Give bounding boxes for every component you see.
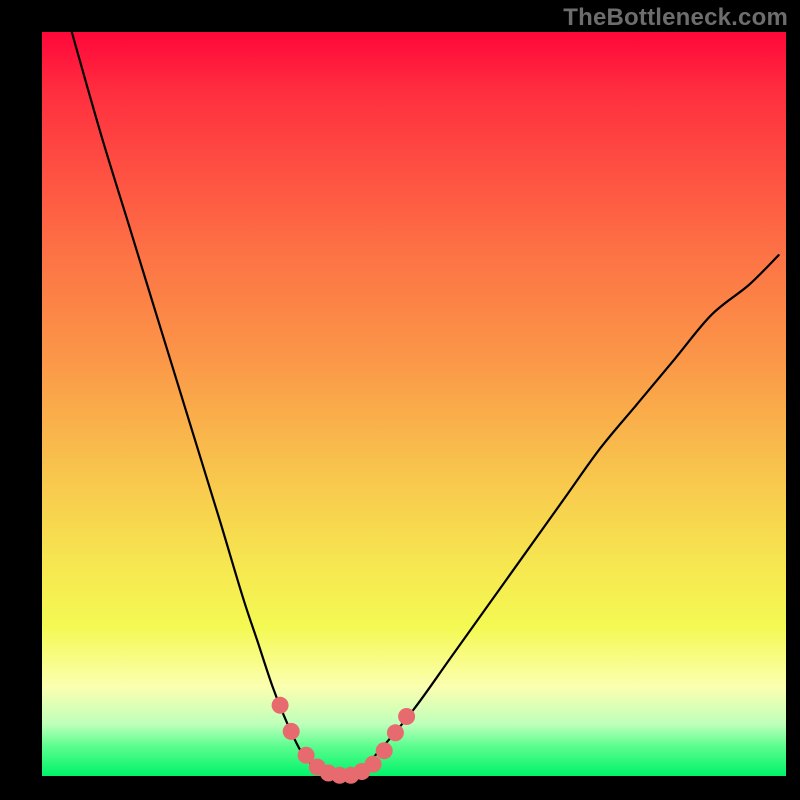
marker-dot bbox=[365, 756, 382, 773]
chart-svg bbox=[42, 32, 786, 776]
chart-frame: TheBottleneck.com bbox=[0, 0, 800, 800]
marker-dot bbox=[398, 708, 415, 725]
marker-dot bbox=[283, 723, 300, 740]
bottleneck-markers bbox=[272, 697, 416, 784]
bottleneck-curve-line bbox=[72, 32, 779, 777]
plot-area bbox=[42, 32, 786, 776]
marker-dot bbox=[376, 742, 393, 759]
marker-dot bbox=[272, 697, 289, 714]
watermark-text: TheBottleneck.com bbox=[563, 4, 788, 32]
marker-dot bbox=[387, 724, 404, 741]
